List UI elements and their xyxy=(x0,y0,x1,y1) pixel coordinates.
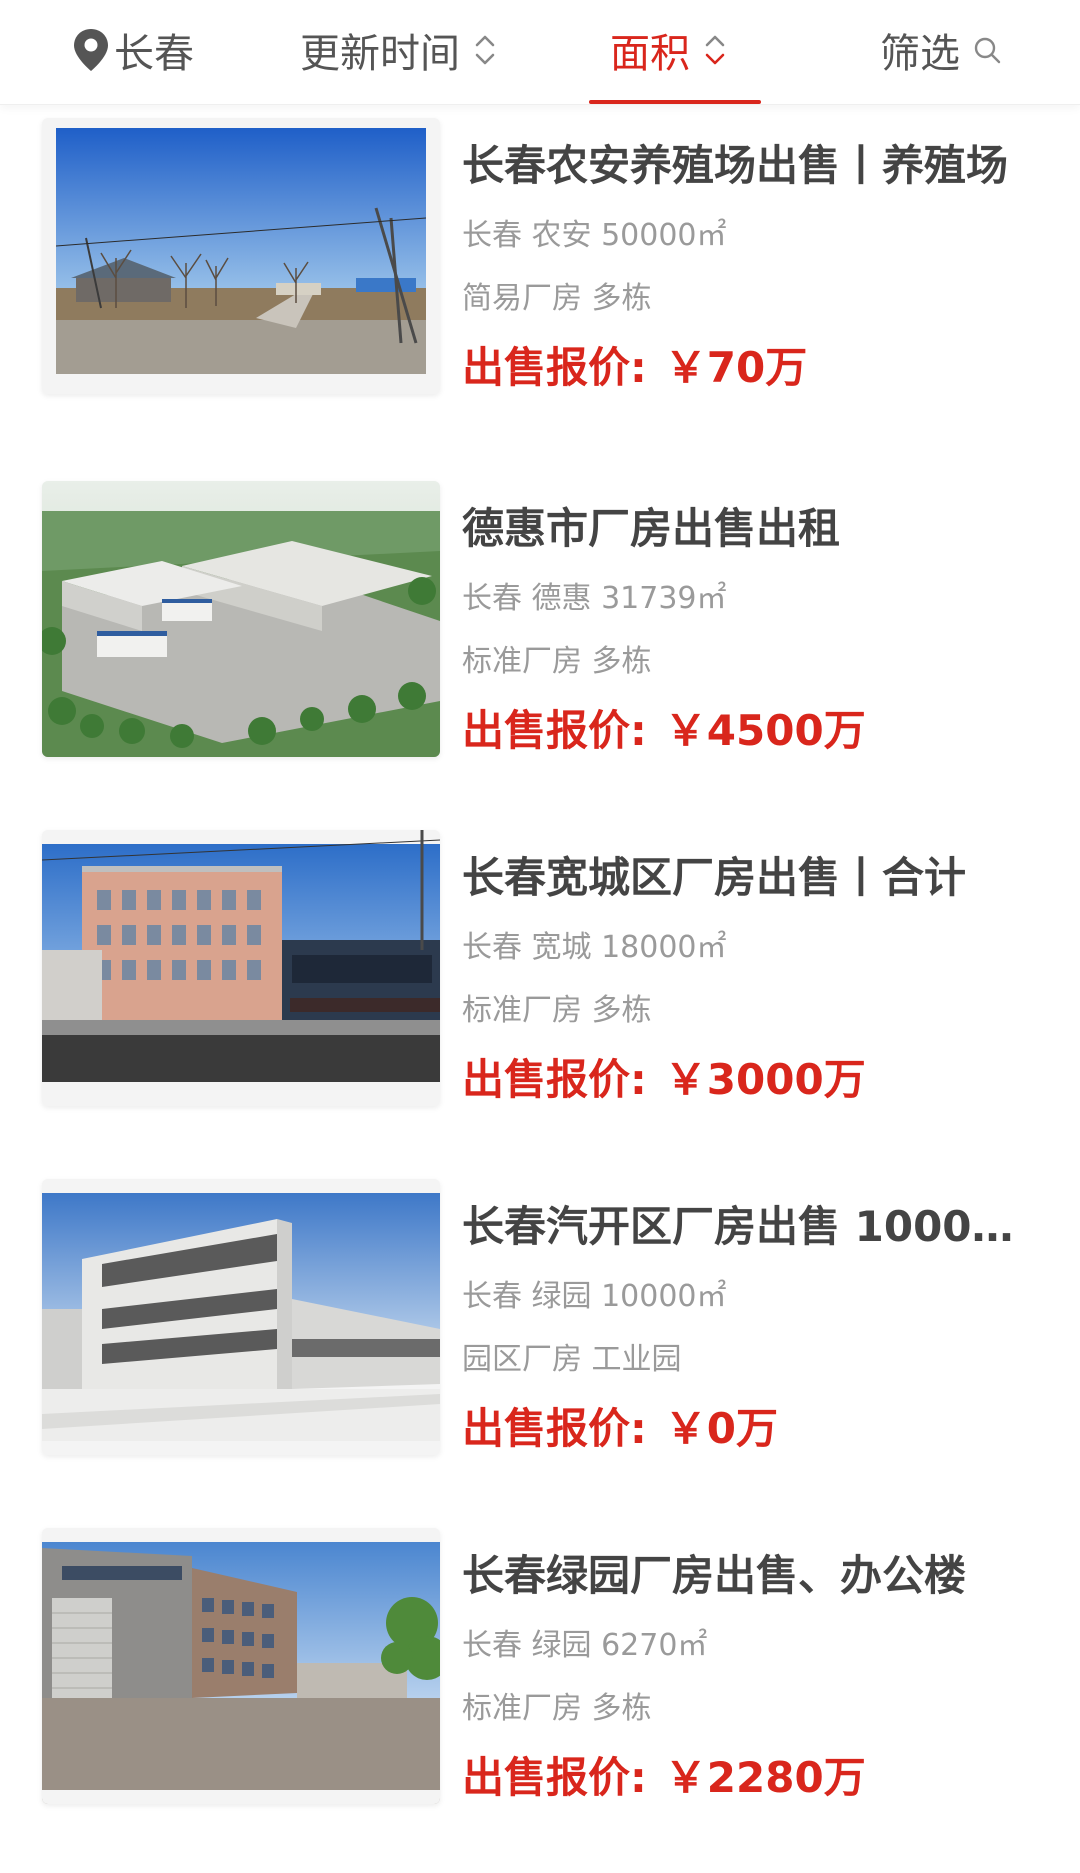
sort-area-label: 面积 xyxy=(610,31,690,77)
price-label: 出售报价: xyxy=(462,1055,647,1104)
listing-title[interactable]: 长春农安养殖场出售丨养殖场 xyxy=(462,138,1032,194)
location-pin-icon xyxy=(74,29,108,71)
office-building-photo xyxy=(42,830,440,1106)
listing-title[interactable]: 长春宽城区厂房出售丨合计 xyxy=(462,850,1032,906)
listing-location-area: 长春 绿园 10000㎡ xyxy=(462,1279,727,1314)
price-label: 出售报价: xyxy=(462,343,647,392)
listing-location-area: 长春 农安 50000㎡ xyxy=(462,218,727,253)
warehouse-photo xyxy=(42,1528,440,1804)
listing-tags: 标准厂房 多栋 xyxy=(462,644,652,679)
filter-bar: 长春 更新时间 面积 筛选 xyxy=(0,0,1080,105)
listing-card[interactable]: 长春宽城区厂房出售丨合计 长春 宽城 18000㎡ 标准厂房 多栋 出售报价: ￥… xyxy=(0,830,1080,1120)
listing-price: 出售报价: ￥4500万 xyxy=(462,703,866,759)
filter-label: 筛选 xyxy=(880,31,960,77)
price-value: ￥2280万 xyxy=(664,1753,866,1802)
listing-photo[interactable] xyxy=(42,830,440,1106)
listing-location-area: 长春 宽城 18000㎡ xyxy=(462,930,727,965)
price-value: ￥70万 xyxy=(664,343,808,392)
price-value: ￥0万 xyxy=(664,1404,779,1453)
active-tab-indicator xyxy=(589,100,761,104)
listing-card[interactable]: 长春农安养殖场出售丨养殖场 长春 农安 50000㎡ 简易厂房 多栋 出售报价:… xyxy=(0,118,1080,408)
sort-update-time[interactable]: 更新时间 xyxy=(300,22,498,78)
listing-tags: 标准厂房 多栋 xyxy=(462,1691,652,1726)
location-selector[interactable]: 长春 xyxy=(72,22,194,78)
listing-title[interactable]: 德惠市厂房出售出租 xyxy=(462,501,1032,557)
listing-card[interactable]: 长春汽开区厂房出售 10000平 长春 绿园 10000㎡ 园区厂房 工业园 出… xyxy=(0,1179,1080,1469)
farm-photo xyxy=(56,128,426,374)
listing-price: 出售报价: ￥3000万 xyxy=(462,1052,866,1108)
filter-button[interactable]: 筛选 xyxy=(880,22,1002,78)
factory-rendering-photo xyxy=(42,481,440,757)
listing-price: 出售报价: ￥2280万 xyxy=(462,1750,866,1806)
price-label: 出售报价: xyxy=(462,706,647,755)
listing-card[interactable]: 长春绿园厂房出售、办公楼 长春 绿园 6270㎡ 标准厂房 多栋 出售报价: ￥2… xyxy=(0,1528,1080,1818)
listing-photo[interactable] xyxy=(42,481,440,757)
listing-photo[interactable] xyxy=(42,1179,440,1455)
sort-area[interactable]: 面积 xyxy=(610,22,728,78)
listing-price: 出售报价: ￥70万 xyxy=(462,340,807,396)
sort-update-time-label: 更新时间 xyxy=(300,31,460,77)
listing-photo[interactable] xyxy=(42,1528,440,1804)
listing-tags: 简易厂房 多栋 xyxy=(462,281,652,316)
listing-tags: 标准厂房 多栋 xyxy=(462,993,652,1028)
location-label: 长春 xyxy=(114,31,194,77)
industrial-park-photo xyxy=(42,1179,440,1455)
listing-photo[interactable] xyxy=(42,118,440,394)
price-value: ￥3000万 xyxy=(664,1055,866,1104)
sort-toggle-icon xyxy=(475,35,495,65)
price-label: 出售报价: xyxy=(462,1404,647,1453)
price-value: ￥4500万 xyxy=(664,706,866,755)
listing-location-area: 长春 绿园 6270㎡ xyxy=(462,1628,708,1663)
listing-title[interactable]: 长春绿园厂房出售、办公楼 xyxy=(462,1548,1032,1604)
listing-tags: 园区厂房 工业园 xyxy=(462,1342,682,1377)
listing-price: 出售报价: ￥0万 xyxy=(462,1401,778,1457)
price-label: 出售报价: xyxy=(462,1753,647,1802)
listing-title[interactable]: 长春汽开区厂房出售 10000平 xyxy=(462,1199,1032,1255)
listing-location-area: 长春 德惠 31739㎡ xyxy=(462,581,727,616)
sort-toggle-icon xyxy=(705,35,725,65)
search-icon xyxy=(974,37,1001,64)
listing-card[interactable]: 德惠市厂房出售出租 长春 德惠 31739㎡ 标准厂房 多栋 出售报价: ￥450… xyxy=(0,481,1080,771)
